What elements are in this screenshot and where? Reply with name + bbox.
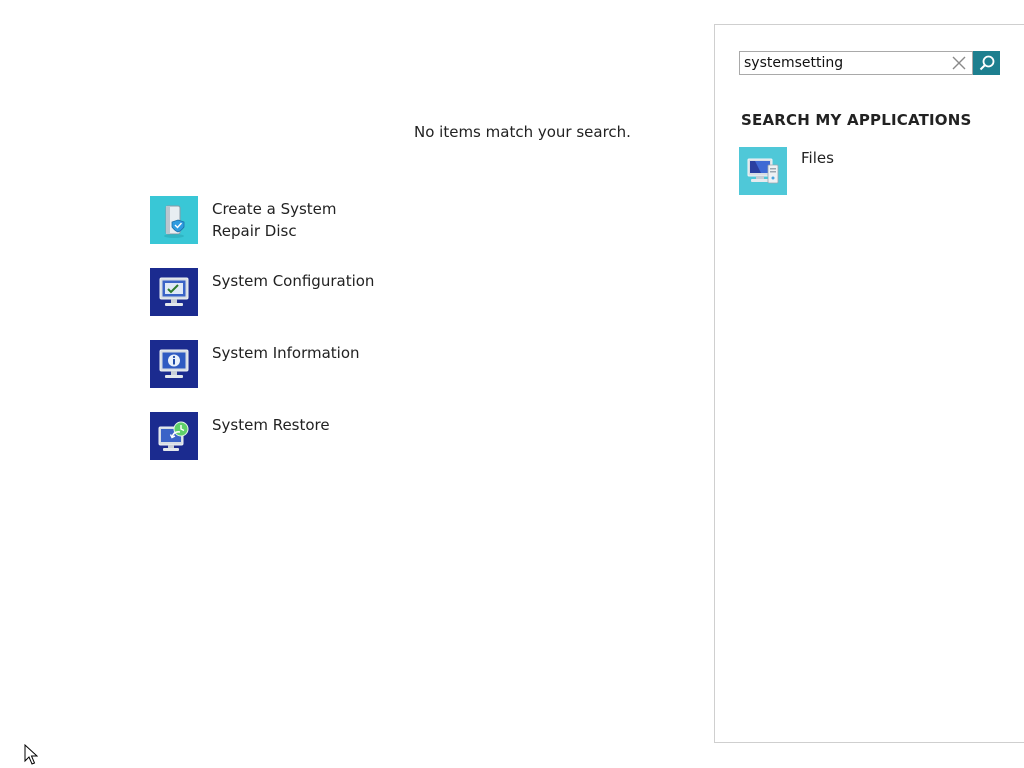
result-system-information[interactable]: System Information [150, 340, 570, 388]
app-item-label: Files [801, 149, 834, 167]
search-scope-heading: SEARCH MY APPLICATIONS [741, 111, 972, 129]
search-input[interactable] [740, 52, 944, 74]
app-item-files[interactable]: Files [739, 147, 989, 195]
search-icon [978, 54, 996, 72]
result-label: System Information [212, 344, 360, 362]
search-box [739, 51, 973, 75]
result-label: System Configuration [212, 272, 375, 290]
result-system-configuration[interactable]: System Configuration [150, 268, 570, 316]
result-create-system-repair-disc[interactable]: Create a System Repair Disc [150, 196, 570, 244]
search-results-list: Create a System Repair Disc System Confi… [150, 196, 570, 484]
files-icon [739, 147, 787, 195]
system-information-icon [150, 340, 198, 388]
system-restore-icon [150, 412, 198, 460]
no-results-message: No items match your search. [414, 123, 631, 141]
start-search-screen: No items match your search. Create a Sys… [0, 0, 1024, 768]
search-charm-panel: SEARCH MY APPLICATIONS Files [714, 24, 1024, 743]
result-label: Create a System Repair Disc [212, 200, 337, 240]
system-configuration-icon [150, 268, 198, 316]
search-button[interactable] [973, 51, 1000, 75]
system-repair-disc-icon [150, 196, 198, 244]
result-system-restore[interactable]: System Restore [150, 412, 570, 460]
close-icon[interactable] [950, 54, 968, 72]
mouse-pointer-icon [24, 743, 39, 766]
result-label: System Restore [212, 416, 330, 434]
